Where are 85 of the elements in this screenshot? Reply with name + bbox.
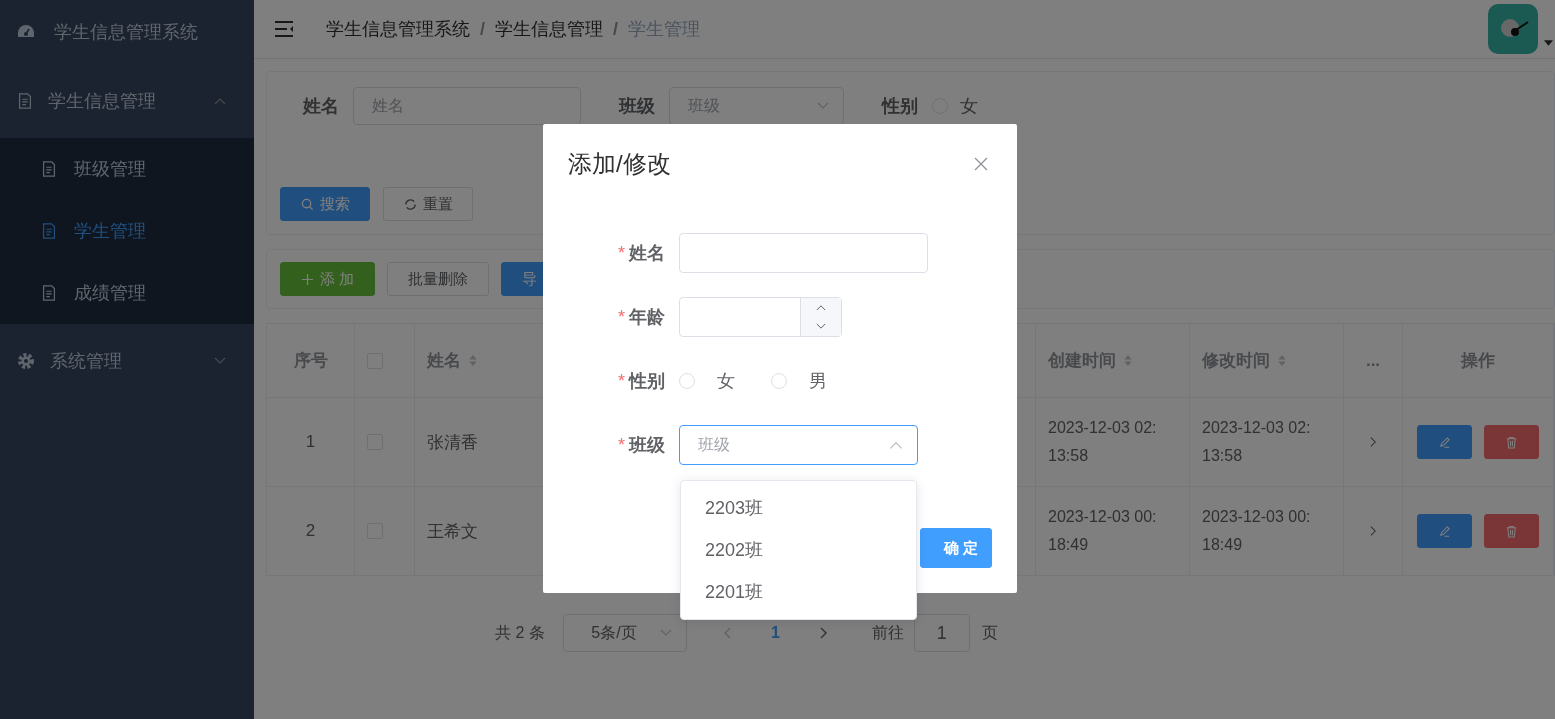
avatar[interactable]	[1488, 4, 1538, 54]
search-icon	[300, 197, 314, 211]
dialog-title: 添加/修改	[568, 149, 671, 179]
app-title: 学生信息管理系统	[54, 21, 198, 44]
table-cell-text: 张清香	[427, 431, 478, 454]
pencil-icon	[1438, 435, 1451, 449]
breadcrumb-item[interactable]: 学生信息管理系统	[326, 17, 470, 41]
field-label: 姓名	[301, 95, 340, 118]
refresh-icon	[403, 197, 417, 211]
toolbar-button[interactable]: 添 加	[280, 262, 376, 296]
jump-suffix: 页	[981, 622, 998, 643]
breadcrumb-item[interactable]: 学生信息管理	[495, 17, 603, 41]
column-header: ...	[1365, 350, 1381, 371]
increment-icon[interactable]	[816, 304, 826, 311]
field-label: 年龄	[629, 307, 665, 327]
sort-icon[interactable]	[1278, 354, 1286, 367]
page-number[interactable]: 1	[770, 624, 780, 642]
radio-option[interactable]: 男	[771, 369, 827, 393]
chevron-down-icon	[817, 102, 829, 110]
submenu-item[interactable]: 成绩管理	[0, 262, 254, 324]
table-cell-text: 2023-12-03 02:13:58	[1048, 418, 1158, 466]
previous-page-icon[interactable]	[722, 627, 731, 639]
table-cell-text: 2023-12-03 00:18:49	[1202, 507, 1312, 555]
table-cell-text: 2023-12-03 02:13:58	[1202, 418, 1312, 466]
toolbar-button[interactable]: 批量删除	[387, 262, 490, 296]
chevron-down-icon	[659, 629, 672, 637]
required-mark: *	[618, 435, 625, 455]
delete-button[interactable]	[1484, 514, 1539, 548]
chevron-up-icon	[889, 440, 903, 450]
required-mark: *	[618, 371, 625, 391]
gear-icon	[16, 351, 36, 371]
document-icon	[40, 160, 58, 178]
required-mark: *	[618, 243, 625, 263]
decrement-icon[interactable]	[816, 323, 826, 330]
table-cell: 1	[305, 432, 316, 452]
submenu-item[interactable]: 学生管理	[0, 200, 254, 262]
edit-button[interactable]	[1417, 425, 1472, 459]
search-button[interactable]: 搜索	[280, 187, 370, 221]
next-page-icon[interactable]	[819, 627, 828, 639]
menu-item[interactable]: 学生信息管理	[0, 64, 254, 138]
class-select[interactable]: 班级	[679, 425, 918, 465]
expand-icon[interactable]	[1369, 436, 1377, 448]
field-label: 班级	[617, 95, 656, 118]
expand-icon[interactable]	[1369, 525, 1377, 537]
menu-item[interactable]: 系统管理	[0, 324, 254, 398]
search-button[interactable]: 重置	[383, 187, 473, 221]
page-jump-field[interactable]: 1	[913, 614, 970, 652]
dropdown-option[interactable]: 2202班	[681, 529, 916, 571]
trash-icon	[1505, 435, 1518, 449]
field-label: 班级	[629, 435, 665, 455]
dropdown-option[interactable]: 2203班	[681, 487, 916, 529]
total-count: 共 2 条	[495, 622, 545, 643]
field-label: 姓名	[629, 243, 665, 263]
table-cell-text: 王希文	[427, 520, 478, 543]
delete-button[interactable]	[1484, 425, 1539, 459]
caret-icon[interactable]	[1544, 40, 1553, 46]
page-size-select[interactable]: 5条/页	[562, 614, 687, 652]
table-cell: 2	[305, 521, 316, 541]
breadcrumb-separator: /	[480, 18, 485, 40]
jump-label: 前往	[871, 622, 904, 643]
name-field[interactable]	[679, 233, 928, 273]
close-icon[interactable]	[974, 157, 988, 171]
field-label: 性别	[880, 95, 919, 118]
radio-option[interactable]: 女	[932, 94, 978, 118]
document-icon	[16, 92, 34, 110]
breadcrumb-separator: /	[613, 18, 619, 40]
plus-icon	[301, 272, 314, 286]
sort-icon[interactable]	[1124, 354, 1132, 367]
field-label: 性别	[629, 371, 665, 391]
sort-icon[interactable]	[469, 354, 477, 367]
age-field[interactable]	[679, 297, 842, 337]
menu-icon[interactable]	[274, 21, 294, 37]
submenu-item[interactable]: 班级管理	[0, 138, 254, 200]
chevron-icon	[214, 97, 226, 105]
chevron-icon	[214, 357, 226, 365]
trash-icon	[1505, 524, 1518, 538]
confirm-button[interactable]: 确 定	[920, 528, 992, 568]
table-cell-text: 2023-12-03 00:18:49	[1048, 507, 1158, 555]
required-mark: *	[618, 307, 625, 327]
dropdown-option[interactable]: 2201班	[681, 571, 916, 613]
edit-button[interactable]	[1417, 514, 1472, 548]
document-icon	[40, 284, 58, 302]
document-icon	[40, 222, 58, 240]
pencil-icon	[1438, 524, 1451, 538]
radio-option[interactable]: 女	[679, 369, 735, 393]
